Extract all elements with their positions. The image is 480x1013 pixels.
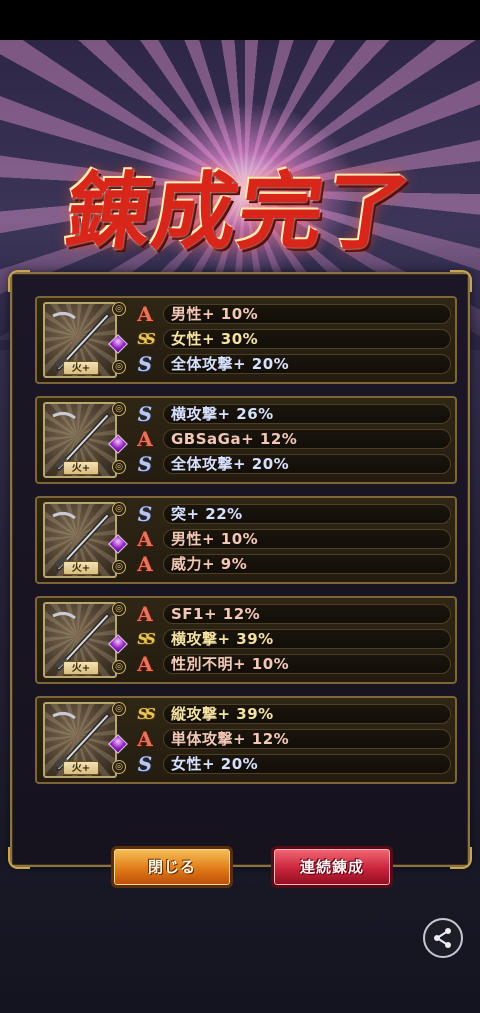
close-button[interactable]: 閉じる (111, 846, 233, 888)
stat-line: S 全体攻撃+ 20% (131, 453, 451, 475)
rank-icon: A (137, 727, 153, 751)
rank-badge-icon: ◎ (112, 402, 126, 416)
rank-icon: SS (137, 630, 155, 648)
slot-icon: ◎ (112, 760, 126, 774)
rank-icon: S (137, 452, 153, 476)
weapon-card[interactable]: 火+ (43, 602, 117, 678)
stat-text: 単体攻撃+ 12% (171, 730, 290, 748)
rank-icon: SS (137, 330, 155, 348)
panel-corner-ornament (450, 270, 472, 292)
stat-text: 女性+ 30% (171, 330, 259, 348)
rank-icon: S (137, 352, 153, 376)
rank-badge-icon: ◎ (112, 602, 126, 616)
slot-icon: ◎ (112, 460, 126, 474)
stat-line: S 横攻撃+ 26% (131, 403, 451, 425)
slot-icon: ◎ (112, 560, 126, 574)
slot-icon: ◎ (112, 360, 126, 374)
stat-text: 男性+ 10% (171, 530, 259, 548)
result-row: 火+ ◎ ◎ A SF1+ 12% SS 横攻撃+ 39% A 性別不明+ 10% (35, 596, 457, 684)
stat-line: SS 女性+ 30% (131, 328, 451, 350)
weapon-element-label: 火+ (63, 761, 99, 775)
weapon-element-label: 火+ (63, 661, 99, 675)
stat-text: 突+ 22% (171, 505, 243, 523)
weapon-element-label: 火+ (63, 361, 99, 375)
rank-badge-icon: ◎ (112, 302, 126, 316)
stat-line: S 全体攻撃+ 20% (131, 353, 451, 375)
page-title: 錬成完了 (60, 161, 419, 261)
stat-text: 女性+ 20% (171, 755, 259, 773)
result-row: 火+ ◎ ◎ SS 縦攻撃+ 39% A 単体攻撃+ 12% S 女性+ 20% (35, 696, 457, 784)
weapon-element-label: 火+ (63, 461, 99, 475)
rank-icon: SS (137, 705, 155, 723)
stat-text: 横攻撃+ 26% (171, 405, 274, 423)
panel-corner-ornament (8, 847, 30, 869)
stat-text: SF1+ 12% (171, 605, 261, 623)
stat-line: A 単体攻撃+ 12% (131, 728, 451, 750)
continue-refine-button[interactable]: 連続錬成 (271, 846, 393, 888)
share-icon (434, 928, 451, 948)
stat-line: SS 縦攻撃+ 39% (131, 703, 451, 725)
rank-icon: A (137, 552, 153, 576)
rank-badge-icon: ◎ (112, 502, 126, 516)
weapon-card[interactable]: 火+ (43, 402, 117, 478)
stat-text: 性別不明+ 10% (171, 655, 290, 673)
stat-text: 全体攻撃+ 20% (171, 455, 290, 473)
stat-line: A 性別不明+ 10% (131, 653, 451, 675)
weapon-card[interactable]: 火+ (43, 702, 117, 778)
stat-line: SS 横攻撃+ 39% (131, 628, 451, 650)
stat-text: 男性+ 10% (171, 305, 259, 323)
stat-line: A 男性+ 10% (131, 528, 451, 550)
stat-text: 威力+ 9% (171, 555, 248, 573)
share-button[interactable] (423, 918, 463, 958)
stat-line: A GBSaGa+ 12% (131, 428, 451, 450)
result-screen: 錬成完了 火+ ◎ ◎ A 男性+ 10% SS 女性+ 30% S 全体攻撃+ 20% 火+ ◎ ◎… (0, 40, 480, 1013)
result-row: 火+ ◎ ◎ S 突+ 22% A 男性+ 10% A 威力+ 9% (35, 496, 457, 584)
result-row: 火+ ◎ ◎ S 横攻撃+ 26% A GBSaGa+ 12% S 全体攻撃+ 20% (35, 396, 457, 484)
stat-line: S 女性+ 20% (131, 753, 451, 775)
weapon-card[interactable]: 火+ (43, 302, 117, 378)
weapon-element-label: 火+ (63, 561, 99, 575)
stat-text: 縦攻撃+ 39% (171, 705, 274, 723)
panel-corner-ornament (450, 847, 472, 869)
rank-icon: A (137, 302, 153, 326)
rank-icon: A (137, 527, 153, 551)
rank-icon: S (137, 402, 153, 426)
results-panel: 火+ ◎ ◎ A 男性+ 10% SS 女性+ 30% S 全体攻撃+ 20% 火+ ◎ ◎ S 横攻撃+… (8, 270, 472, 888)
rank-icon: A (137, 602, 153, 626)
rank-icon: S (137, 502, 153, 526)
rank-icon: A (137, 652, 153, 676)
stat-text: 横攻撃+ 39% (171, 630, 274, 648)
stat-text: 全体攻撃+ 20% (171, 355, 290, 373)
stat-line: A 威力+ 9% (131, 553, 451, 575)
result-row: 火+ ◎ ◎ A 男性+ 10% SS 女性+ 30% S 全体攻撃+ 20% (35, 296, 457, 384)
weapon-card[interactable]: 火+ (43, 502, 117, 578)
stat-line: A SF1+ 12% (131, 603, 451, 625)
slot-icon: ◎ (112, 660, 126, 674)
stat-line: S 突+ 22% (131, 503, 451, 525)
stat-line: A 男性+ 10% (131, 303, 451, 325)
panel-corner-ornament (8, 270, 30, 292)
stat-text: GBSaGa+ 12% (171, 430, 298, 448)
title-banner: 錬成完了 (40, 135, 440, 275)
rank-icon: A (137, 427, 153, 451)
rank-badge-icon: ◎ (112, 702, 126, 716)
rank-icon: S (137, 752, 153, 776)
